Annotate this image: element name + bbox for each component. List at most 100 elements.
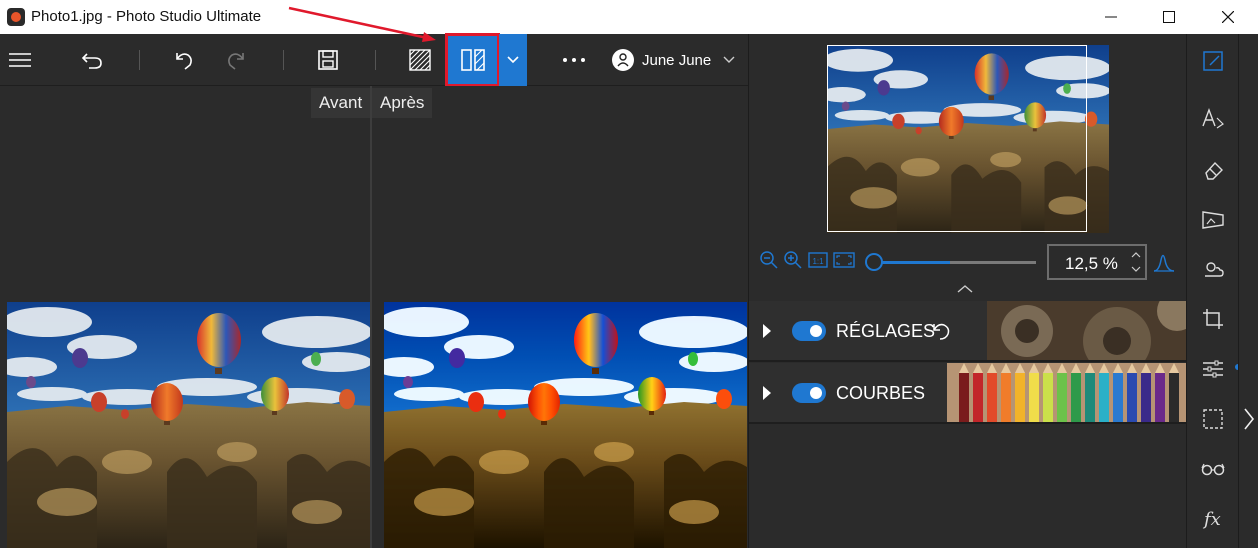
zoom-slider-fill — [873, 261, 950, 264]
text-effects-icon — [1202, 108, 1224, 129]
back-button[interactable] — [72, 34, 112, 86]
tool-eraser[interactable] — [1187, 145, 1239, 195]
zoom-in-icon[interactable] — [783, 250, 803, 270]
app-logo-icon — [7, 8, 25, 26]
expand-arrow-icon[interactable] — [763, 324, 771, 338]
fit-screen-icon[interactable] — [833, 252, 855, 268]
maximize-icon — [1163, 11, 1175, 23]
hamburger-menu-icon — [9, 53, 31, 67]
before-image[interactable] — [7, 302, 370, 548]
zoom-spinner-icon[interactable] — [1131, 250, 1141, 274]
after-image[interactable] — [384, 302, 747, 548]
compare-view-dropdown[interactable] — [499, 34, 527, 86]
compare-view-button[interactable] — [445, 33, 500, 87]
selection-icon — [1203, 409, 1223, 429]
pencil-shape — [1001, 373, 1011, 422]
crop-icon — [1203, 309, 1223, 329]
compare-divider[interactable] — [370, 86, 372, 548]
navigator-viewport[interactable] — [827, 45, 1087, 232]
pencil-shape — [959, 373, 969, 422]
pencil-shape — [1141, 373, 1151, 422]
image-viewer: Avant Après — [0, 86, 748, 548]
toolbar-separator — [139, 50, 140, 70]
pencil-shape — [1169, 373, 1179, 422]
edit-icon — [1203, 51, 1223, 71]
pencil-shape — [987, 373, 997, 422]
close-icon — [1222, 11, 1234, 23]
svg-text:fx: fx — [1202, 509, 1221, 530]
tool-adjustments[interactable] — [1187, 344, 1239, 394]
redo-icon — [228, 53, 244, 70]
menu-button[interactable] — [0, 34, 40, 86]
close-button[interactable] — [1205, 0, 1251, 34]
glasses-icon — [1201, 463, 1225, 476]
user-avatar-icon — [612, 49, 634, 71]
toolbar-separator — [375, 50, 376, 70]
more-dots-icon — [563, 58, 585, 62]
undo-icon — [176, 53, 192, 70]
pencils-background — [947, 363, 1187, 422]
expand-arrow-icon[interactable] — [763, 386, 771, 400]
save-icon — [318, 50, 338, 70]
before-label: Avant — [311, 88, 371, 118]
zoom-out-icon[interactable] — [759, 250, 779, 270]
main-toolbar: June June — [0, 33, 748, 87]
toolbar-separator — [283, 50, 284, 70]
section-reglages[interactable]: RÉGLAGES — [749, 301, 1187, 362]
tool-perspective[interactable] — [1187, 195, 1239, 245]
chevron-right-icon[interactable] — [1243, 408, 1255, 430]
tool-fx[interactable]: fx — [1187, 494, 1239, 544]
weather-icon — [1205, 262, 1224, 277]
panel-collapse-strip[interactable] — [1238, 34, 1258, 548]
reglages-toggle[interactable] — [792, 321, 826, 341]
section-courbes[interactable]: COURBES — [749, 363, 1187, 424]
fx-icon: fx — [1202, 509, 1221, 530]
back-arrow-icon — [81, 53, 102, 69]
tool-weather[interactable] — [1187, 244, 1239, 294]
tool-selection[interactable] — [1187, 394, 1239, 444]
actual-size-icon[interactable]: 1:1 — [808, 252, 828, 268]
pencil-shape — [1043, 373, 1053, 422]
title-bar: Photo1.jpg - Photo Studio Ultimate — [0, 0, 1258, 34]
texture-button[interactable] — [400, 34, 440, 86]
tools-sidebar: fx — [1186, 34, 1241, 548]
section-title: COURBES — [836, 383, 926, 403]
window-title: Photo1.jpg - Photo Studio Ultimate — [31, 8, 262, 25]
eraser-icon — [1205, 161, 1223, 180]
minimize-button[interactable] — [1088, 0, 1134, 34]
perspective-icon — [1202, 211, 1224, 229]
courbes-toggle[interactable] — [792, 383, 826, 403]
redo-button[interactable] — [216, 34, 256, 86]
pencil-shape — [1015, 373, 1025, 422]
pencil-shape — [1029, 373, 1039, 422]
maximize-button[interactable] — [1146, 0, 1192, 34]
after-label: Après — [372, 88, 433, 118]
zoom-slider[interactable] — [865, 253, 1036, 271]
compare-split-icon — [460, 49, 485, 71]
pencil-shape — [1155, 373, 1165, 422]
zoom-controls: 1:1 12,5 % — [749, 244, 1187, 280]
save-button[interactable] — [308, 34, 348, 86]
pencil-shape — [1099, 373, 1109, 422]
tool-edit[interactable] — [1187, 36, 1239, 86]
pencil-shape — [973, 373, 983, 422]
more-options-button[interactable] — [556, 34, 592, 86]
user-name: June June — [642, 51, 712, 69]
tool-text-effects[interactable] — [1187, 94, 1239, 144]
chevron-up-icon[interactable] — [957, 284, 973, 294]
zoom-slider-thumb[interactable] — [865, 253, 883, 271]
pencil-shape — [1071, 373, 1081, 422]
svg-text:1:1: 1:1 — [812, 257, 824, 266]
zoom-value: 12,5 % — [1065, 254, 1118, 273]
zoom-input[interactable]: 12,5 % — [1047, 244, 1147, 280]
undo-button[interactable] — [164, 34, 204, 86]
chevron-down-icon — [723, 56, 735, 63]
tool-glasses[interactable] — [1187, 444, 1239, 494]
tool-crop[interactable] — [1187, 294, 1239, 344]
properties-panel: 1:1 12,5 % RÉGLAGES COURBES — [748, 34, 1187, 548]
histogram-icon[interactable] — [1153, 250, 1175, 272]
user-menu[interactable]: June June — [612, 34, 744, 86]
pencil-shape — [1057, 373, 1067, 422]
reset-icon[interactable] — [931, 321, 951, 341]
pencil-shape — [1127, 373, 1137, 422]
